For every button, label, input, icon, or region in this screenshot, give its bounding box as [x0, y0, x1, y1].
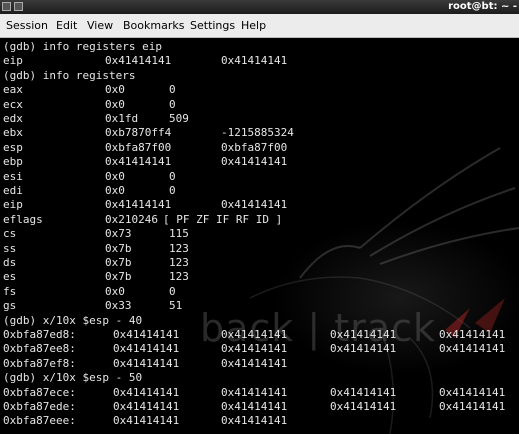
register-name: es: [3, 270, 17, 284]
terminal-output[interactable]: back | track (gdb) info registers eip eip…: [0, 38, 519, 434]
register-natural-value: 115: [169, 227, 189, 241]
register-natural-value: 0: [169, 97, 176, 111]
register-hex-value: 0x0: [105, 284, 125, 298]
register-hex-value: 0x0: [105, 83, 125, 97]
register-hex-value: 0x0: [105, 97, 125, 111]
register-natural-value: [ PF ZF IF RF ID ]: [163, 212, 283, 226]
register-name: ds: [3, 256, 17, 269]
memory-word: 0x41414141: [113, 328, 180, 341]
register-name: esi: [3, 169, 23, 183]
command-text: (gdb) info registers eip: [3, 40, 162, 53]
command-text: (gdb) x/10x $esp - 50: [3, 371, 143, 385]
register-natural-value: 0: [169, 284, 176, 298]
register-hex-value: 0x41414141: [105, 198, 172, 212]
register-name: edx: [3, 112, 23, 125]
memory-word: 0x41414141: [113, 400, 180, 413]
register-hex-value: 0x73: [105, 227, 132, 241]
register-hex-value: 0x210246: [105, 212, 158, 226]
memory-word: 0x41414141: [439, 400, 506, 413]
register-hex-value: 0xb7870ff4: [105, 126, 172, 140]
window-pin-icon[interactable]: [14, 2, 23, 11]
memory-word: 0x41414141: [113, 414, 180, 428]
register-hex-value: 0x7b: [105, 256, 132, 269]
memory-address: 0xbfa87eee:: [3, 414, 76, 428]
menu-help[interactable]: Help: [241, 14, 266, 38]
register-natural-value: 0xbfa87f00: [221, 140, 288, 154]
memory-word: 0x41414141: [439, 328, 506, 341]
memory-word: 0x41414141: [221, 328, 288, 341]
menu-edit[interactable]: Edit: [56, 14, 77, 38]
register-name: ss: [3, 241, 17, 255]
memory-word: 0x41414141: [221, 414, 288, 428]
memory-word: 0x41414141: [330, 385, 397, 399]
menu-session[interactable]: Session: [6, 14, 48, 38]
register-name: eip: [3, 54, 23, 68]
register-name: ebp: [3, 155, 23, 169]
register-natural-value: 0x41414141: [221, 54, 288, 68]
register-hex-value: 0x41414141: [105, 54, 172, 68]
memory-word: 0x41414141: [113, 356, 180, 370]
window-title: root@bt: ~ -: [448, 1, 517, 12]
command-text: (gdb) info registers: [3, 68, 136, 82]
memory-word: 0x41414141: [330, 342, 397, 356]
register-natural-value: 123: [169, 270, 189, 284]
memory-word: 0x41414141: [113, 385, 180, 399]
memory-word: 0x41414141: [221, 356, 288, 370]
register-natural-value: 123: [169, 256, 189, 269]
register-name: edi: [3, 184, 23, 197]
register-natural-value: 0: [169, 83, 176, 97]
register-name: eax: [3, 83, 23, 97]
memory-address: 0xbfa87ede:: [3, 400, 76, 413]
register-hex-value: 0x0: [105, 184, 125, 197]
memory-word: 0x41414141: [330, 400, 397, 413]
memory-word: 0x41414141: [113, 342, 180, 356]
register-name: eflags: [3, 212, 43, 226]
memory-word: 0x41414141: [221, 385, 288, 399]
register-hex-value: 0x0: [105, 169, 125, 183]
register-hex-value: 0x7b: [105, 270, 132, 284]
register-hex-value: 0x1fd: [105, 112, 139, 125]
menu-view[interactable]: View: [87, 14, 113, 38]
register-hex-value: 0xbfa87f00: [105, 140, 172, 154]
memory-word: 0x41414141: [439, 342, 506, 356]
memory-word: 0x41414141: [439, 385, 506, 399]
register-name: gs: [3, 299, 17, 313]
memory-word: 0x41414141: [221, 342, 288, 356]
register-name: eip: [3, 198, 23, 212]
register-hex-value: 0x7b: [105, 241, 132, 255]
window-titlebar[interactable]: root@bt: ~ -: [0, 0, 519, 14]
register-natural-value: 0: [169, 184, 176, 197]
memory-address: 0xbfa87ef8:: [3, 356, 76, 370]
register-name: esp: [3, 140, 23, 154]
register-name: ebx: [3, 126, 23, 140]
window-menu-icon[interactable]: [2, 2, 11, 11]
register-natural-value: 509: [169, 112, 189, 125]
menu-settings[interactable]: Settings: [190, 14, 235, 38]
register-natural-value: 0x41414141: [221, 155, 288, 169]
register-natural-value: 123: [169, 241, 189, 255]
register-name: fs: [3, 284, 17, 298]
memory-word: 0x41414141: [330, 328, 397, 341]
register-natural-value: 0: [169, 169, 176, 183]
memory-word: 0x41414141: [221, 400, 288, 413]
memory-address: 0xbfa87ece:: [3, 385, 76, 399]
memory-address: 0xbfa87ee8:: [3, 342, 76, 356]
register-hex-value: 0x33: [105, 299, 132, 313]
register-name: ecx: [3, 97, 23, 111]
memory-address: 0xbfa87ed8:: [3, 328, 76, 341]
menu-bookmarks[interactable]: Bookmarks: [123, 14, 184, 38]
register-name: cs: [3, 227, 17, 241]
menubar: Session Edit View Bookmarks Settings Hel…: [0, 14, 519, 38]
register-natural-value: -1215885324: [221, 126, 294, 140]
register-natural-value: 0x41414141: [221, 198, 288, 212]
command-text: (gdb) x/10x $esp - 40: [3, 313, 143, 327]
register-hex-value: 0x41414141: [105, 155, 172, 169]
register-natural-value: 51: [169, 299, 183, 313]
